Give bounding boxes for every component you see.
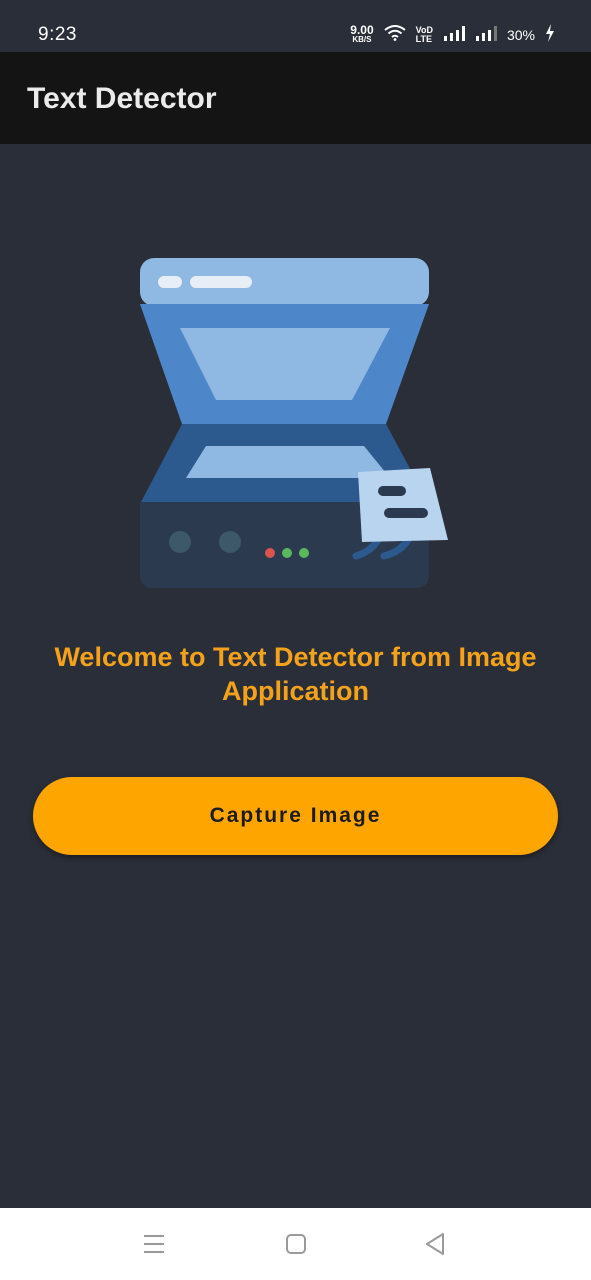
- document-scanner-icon: [138, 256, 454, 592]
- battery-percent: 30%: [506, 26, 535, 43]
- network-speed-value: 9.00: [350, 22, 374, 37]
- network-speed: 9.00 KB/S: [350, 22, 374, 45]
- app-bar: Text Detector: [0, 52, 591, 144]
- app-title: Text Detector: [27, 82, 217, 115]
- capture-image-button[interactable]: Capture Image: [33, 777, 558, 855]
- volte-indicator: VoD LTE: [415, 25, 433, 44]
- network-speed-unit: KB/S: [352, 34, 372, 44]
- square-home-icon[interactable]: [276, 1228, 316, 1260]
- status-time: 9:23: [38, 24, 77, 45]
- status-indicators: 9.00 KB/S VoD LTE 30%: [350, 24, 555, 45]
- triangle-back-icon[interactable]: [415, 1228, 455, 1260]
- wifi-icon: [384, 25, 406, 44]
- navigation-bar: [0, 1208, 591, 1280]
- signal-icon: [443, 25, 465, 44]
- menu-icon[interactable]: [134, 1228, 174, 1260]
- charging-icon: [545, 24, 555, 45]
- volte-bottom: LTE: [415, 33, 432, 44]
- welcome-text: Welcome to Text Detector from Image Appl…: [54, 642, 537, 706]
- status-bar: 9:23 9.00 KB/S VoD LTE 30%: [0, 0, 591, 52]
- screen: 9:23 9.00 KB/S VoD LTE 30% Text Detector…: [0, 0, 591, 1280]
- signal-icon: [475, 25, 497, 44]
